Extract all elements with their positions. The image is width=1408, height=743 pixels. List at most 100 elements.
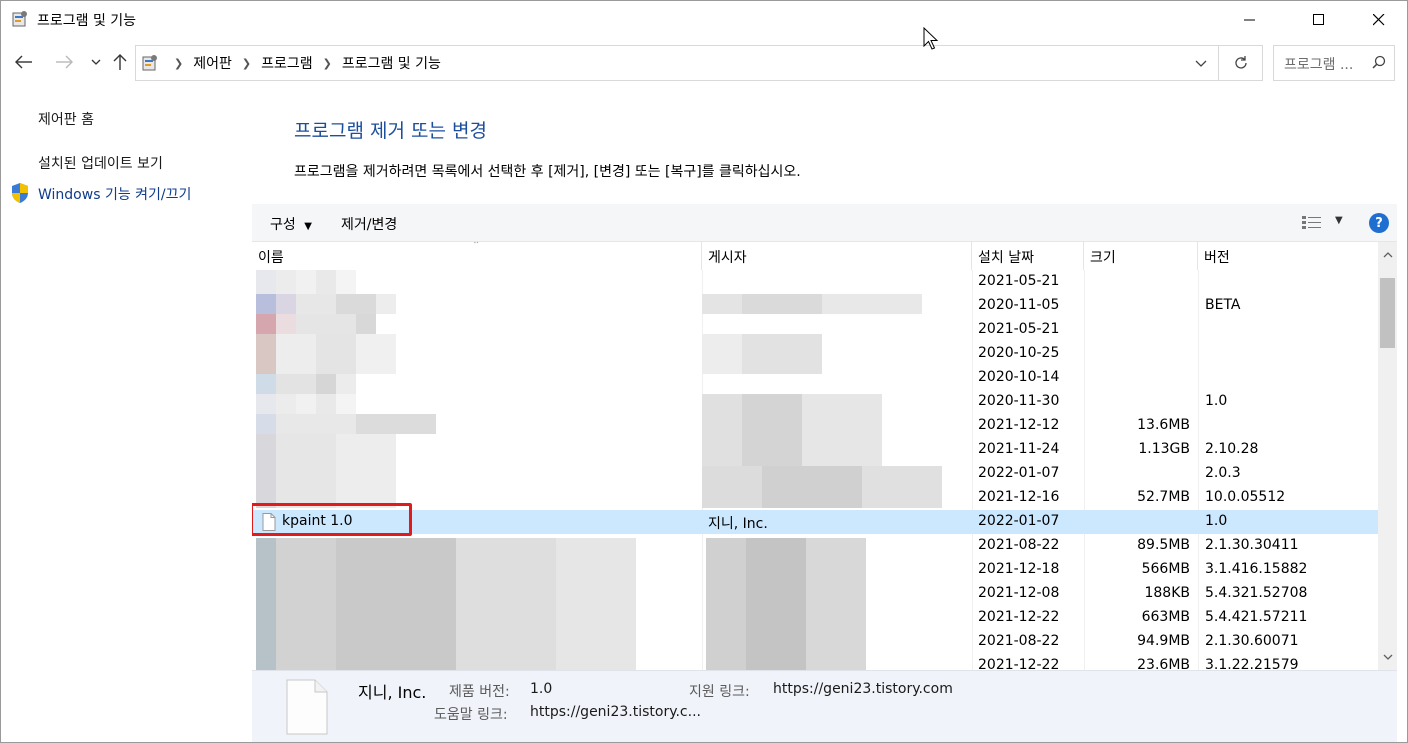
- organize-button[interactable]: 구성 ▼: [270, 214, 312, 234]
- program-size: 89.5MB: [1137, 537, 1190, 553]
- column-header-name[interactable]: 이름 ⌃: [252, 242, 702, 270]
- vertical-scrollbar[interactable]: [1378, 242, 1397, 670]
- program-row[interactable]: 2020-11-05 BETA: [252, 294, 1378, 318]
- details-publisher: 지니, Inc.: [358, 683, 427, 702]
- program-installed-on: 2021-12-08: [978, 585, 1060, 601]
- program-row[interactable]: 2021-12-08 188KB 5.4.321.52708: [252, 582, 1378, 606]
- program-row[interactable]: 2021-08-22 94.9MB 2.1.30.60071: [252, 630, 1378, 654]
- program-row[interactable]: 2021-12-22 663MB 5.4.421.57211: [252, 606, 1378, 630]
- back-button[interactable]: [13, 51, 35, 73]
- maximize-button[interactable]: [1296, 1, 1342, 39]
- page-description: 프로그램을 제거하려면 목록에서 선택한 후 [제거], [변경] 또는 [복구…: [294, 164, 801, 180]
- column-header-version[interactable]: 버전: [1198, 242, 1378, 270]
- program-installed-on: 2022-01-07: [978, 513, 1060, 529]
- forward-button[interactable]: [53, 51, 75, 73]
- uninstall-change-button[interactable]: 제거/변경: [341, 214, 397, 234]
- annotation-highlight-box: [252, 503, 412, 536]
- search-input[interactable]: 프로그램 ...: [1273, 45, 1395, 81]
- program-row[interactable]: 2020-10-25: [252, 342, 1378, 366]
- refresh-button[interactable]: [1218, 46, 1262, 80]
- minimize-icon: [1244, 19, 1255, 21]
- arrow-left-icon: [15, 55, 32, 69]
- program-installed-on: 2021-12-22: [978, 657, 1060, 670]
- scrollbar-thumb[interactable]: [1380, 278, 1395, 348]
- program-version: 2.10.28: [1205, 441, 1259, 457]
- sort-ascending-icon: ⌃: [472, 242, 481, 251]
- program-row[interactable]: 2021-12-22 23.6MB 3.1.22.21579: [252, 654, 1378, 670]
- arrow-up-icon: [113, 54, 127, 70]
- program-row[interactable]: 2022-01-07 2.0.3: [252, 462, 1378, 486]
- product-version-label: 제품 버전:: [449, 684, 510, 700]
- program-size: 566MB: [1141, 561, 1190, 577]
- arrow-right-icon: [56, 55, 73, 69]
- installed-updates-link[interactable]: 설치된 업데이트 보기: [38, 153, 163, 173]
- help-link-value[interactable]: https://geni23.tistory.c...: [530, 704, 701, 720]
- program-row-selected[interactable]: kpaint 1.0 지니, Inc. 2022-01-07 1.0: [252, 510, 1378, 534]
- organize-label: 구성: [270, 217, 296, 233]
- column-header-installed-on[interactable]: 설치 날짜: [972, 242, 1084, 270]
- program-row[interactable]: 2021-05-21: [252, 270, 1378, 294]
- windows-features-link[interactable]: Windows 기능 켜기/끄기: [38, 184, 191, 204]
- program-installed-on: 2022-01-07: [978, 465, 1060, 481]
- program-version: 5.4.421.57211: [1205, 609, 1308, 625]
- program-version: 5.4.321.52708: [1205, 585, 1308, 601]
- program-version: 1.0: [1205, 393, 1228, 409]
- breadcrumb-programs[interactable]: 프로그램: [261, 53, 313, 73]
- column-header-publisher[interactable]: 게시자: [702, 242, 972, 270]
- chevron-right-icon[interactable]: ❯: [323, 57, 332, 70]
- program-size: 52.7MB: [1137, 489, 1190, 505]
- breadcrumb: ❯ 제어판 ❯ 프로그램 ❯ 프로그램 및 기능: [164, 46, 441, 80]
- program-row[interactable]: 2021-12-12 13.6MB: [252, 414, 1378, 438]
- program-row[interactable]: 2021-05-21: [252, 318, 1378, 342]
- programs-and-features-window: 프로그램 및 기능 ❯ 제어판 ❯ 프로그램 ❯ 프로그램 및 기능 프로그램 …: [0, 0, 1408, 743]
- program-version: 1.0: [1205, 513, 1228, 529]
- recent-locations-button[interactable]: [85, 51, 107, 73]
- program-installed-on: 2021-08-22: [978, 633, 1060, 649]
- program-row[interactable]: 2021-12-18 566MB 3.1.416.15882: [252, 558, 1378, 582]
- program-size: 94.9MB: [1137, 633, 1190, 649]
- program-version: BETA: [1205, 297, 1241, 313]
- column-header-size[interactable]: 크기: [1084, 242, 1198, 270]
- breadcrumb-programs-and-features[interactable]: 프로그램 및 기능: [342, 53, 441, 73]
- scroll-down-button[interactable]: [1378, 648, 1397, 666]
- support-link-value[interactable]: https://geni23.tistory.com: [773, 681, 953, 697]
- address-history-dropdown[interactable]: [1184, 46, 1218, 80]
- close-icon: [1373, 14, 1385, 26]
- program-installed-on: 2021-11-24: [978, 441, 1060, 457]
- navigation-bar: ❯ 제어판 ❯ 프로그램 ❯ 프로그램 및 기능 프로그램 ...: [1, 39, 1407, 87]
- page-title: 프로그램 제거 또는 변경: [294, 120, 487, 142]
- program-row[interactable]: 2021-08-22 89.5MB 2.1.30.30411: [252, 534, 1378, 558]
- minimize-button[interactable]: [1227, 1, 1273, 39]
- chevron-right-icon[interactable]: ❯: [242, 57, 251, 70]
- shield-icon: [12, 183, 28, 203]
- program-installed-on: 2021-12-12: [978, 417, 1060, 433]
- program-version: 3.1.22.21579: [1205, 657, 1299, 670]
- mouse-cursor-icon: [923, 27, 939, 50]
- chevron-down-icon: [1383, 654, 1392, 660]
- details-view-icon[interactable]: [1302, 215, 1322, 231]
- program-row[interactable]: 2020-11-30 1.0: [252, 390, 1378, 414]
- program-row[interactable]: 2021-12-16 52.7MB 10.0.05512: [252, 486, 1378, 510]
- program-file-icon: [286, 679, 328, 735]
- program-row[interactable]: 2020-10-14: [252, 366, 1378, 390]
- details-pane: 지니, Inc. 제품 버전: 1.0 지원 링크: https://geni2…: [252, 670, 1397, 742]
- control-panel-icon: [142, 55, 157, 71]
- program-size: 1.13GB: [1138, 441, 1190, 457]
- close-button[interactable]: [1356, 1, 1402, 39]
- program-installed-on: 2020-11-05: [978, 297, 1060, 313]
- scroll-up-button[interactable]: [1378, 246, 1397, 264]
- breadcrumb-control-panel[interactable]: 제어판: [193, 53, 232, 73]
- address-bar[interactable]: ❯ 제어판 ❯ 프로그램 ❯ 프로그램 및 기능: [135, 45, 1263, 81]
- up-button[interactable]: [109, 51, 131, 73]
- program-version: 3.1.416.15882: [1205, 561, 1308, 577]
- program-row[interactable]: 2021-11-24 1.13GB 2.10.28: [252, 438, 1378, 462]
- view-options-dropdown[interactable]: ▼: [1335, 215, 1343, 226]
- left-pane: 제어판 홈 설치된 업데이트 보기 Windows 기능 켜기/끄기: [1, 87, 251, 742]
- programs-list: 이름 ⌃ 게시자 설치 날짜 크기 버전 2021-05-21 2020-11-…: [252, 242, 1397, 670]
- control-panel-home-link[interactable]: 제어판 홈: [38, 109, 94, 129]
- maximize-icon: [1313, 14, 1324, 25]
- command-toolbar: 구성 ▼ 제거/변경 ▼ ?: [252, 204, 1397, 242]
- program-installed-on: 2020-10-14: [978, 369, 1060, 385]
- window-title: 프로그램 및 기능: [37, 13, 137, 29]
- help-button[interactable]: ?: [1369, 213, 1389, 233]
